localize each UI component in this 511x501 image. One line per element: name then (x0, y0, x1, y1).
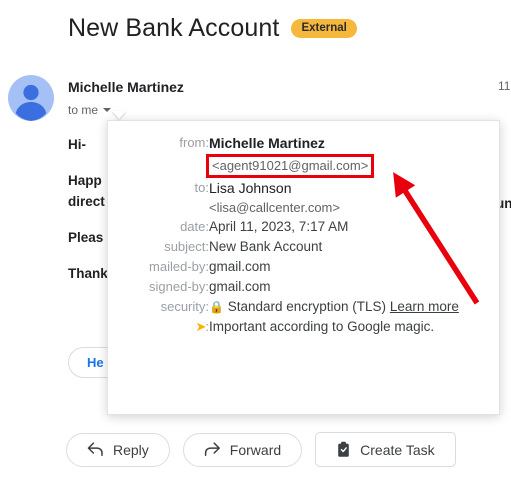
learn-more-link[interactable]: Learn more (390, 299, 459, 314)
details-row-from: from: Michelle Martinez <agent91021@gmai… (108, 133, 485, 178)
details-value-date: April 11, 2023, 7:17 AM (209, 219, 349, 234)
forward-button-label: Forward (229, 441, 282, 458)
details-value-importance: Important according to Google magic. (209, 319, 435, 334)
to-email: <lisa@callcenter.com> (209, 200, 340, 215)
details-label-to: to: (194, 180, 209, 195)
details-value-to: Lisa Johnson <lisa@callcenter.com> (209, 178, 485, 217)
recipients-label: to me (68, 103, 99, 117)
reply-arrow-icon (87, 442, 104, 457)
details-table: from: Michelle Martinez <agent91021@gmai… (108, 133, 485, 337)
details-value-subject: New Bank Account (209, 239, 323, 254)
forward-button[interactable]: Forward (182, 432, 303, 467)
chevron-down-icon (103, 108, 112, 112)
lock-icon: 🔒 (209, 300, 224, 314)
to-name: Lisa Johnson (209, 180, 292, 196)
details-row-security: security: 🔒 Standard encryption (TLS) Le… (108, 297, 485, 317)
reply-button-label: Reply (113, 441, 149, 458)
details-label-date: date: (180, 219, 209, 234)
from-email-highlighted: <agent91021@gmail.com> (206, 154, 375, 178)
details-label-importance: ➤: (108, 317, 209, 337)
page-title: New Bank Account (68, 14, 280, 42)
reply-button[interactable]: Reply (66, 432, 170, 467)
recipients-toggle[interactable]: to me (68, 103, 112, 117)
details-row-importance: ➤: Important according to Google magic. (108, 317, 485, 337)
details-row-mailed-by: mailed-by: gmail.com (108, 257, 485, 277)
sender-name: Michelle Martinez (68, 79, 184, 95)
body-line-2b: direct (68, 194, 105, 209)
popup-tail-icon (112, 111, 126, 119)
security-text: Standard encryption (TLS) (227, 299, 387, 314)
external-badge: External (291, 19, 357, 38)
details-label-security: security: (160, 299, 209, 314)
message-details-popup: from: Michelle Martinez <agent91021@gmai… (107, 120, 500, 415)
details-row-to: to: Lisa Johnson <lisa@callcenter.com> (108, 178, 485, 217)
from-name: Michelle Martinez (209, 135, 325, 151)
details-row-signed-by: signed-by: gmail.com (108, 277, 485, 297)
subject-header: New Bank Account External (68, 14, 357, 43)
details-label-mailed-by: mailed-by: (149, 259, 209, 274)
create-task-button-label: Create Task (360, 441, 435, 458)
details-value-from: Michelle Martinez <agent91021@gmail.com> (206, 133, 485, 178)
details-label-from: from: (179, 135, 209, 150)
clipboard-icon (336, 441, 351, 458)
message-actions: Reply Forward Create Task (66, 432, 456, 467)
details-value-mailed-by: gmail.com (209, 259, 271, 274)
details-row-date: date: April 11, 2023, 7:17 AM (108, 217, 485, 237)
body-line-2a: Happ (68, 173, 102, 188)
message-timestamp: 11 (498, 79, 511, 93)
avatar (8, 75, 54, 121)
forward-arrow-icon (204, 442, 221, 457)
details-row-subject: subject: New Bank Account (108, 237, 485, 257)
details-value-signed-by: gmail.com (209, 279, 271, 294)
importance-marker-icon: ➤ (195, 319, 206, 334)
details-label-subject: subject: (164, 239, 209, 254)
details-label-signed-by: signed-by: (149, 279, 209, 294)
details-value-security: 🔒 Standard encryption (TLS) Learn more (209, 297, 485, 317)
create-task-button[interactable]: Create Task (315, 432, 456, 467)
